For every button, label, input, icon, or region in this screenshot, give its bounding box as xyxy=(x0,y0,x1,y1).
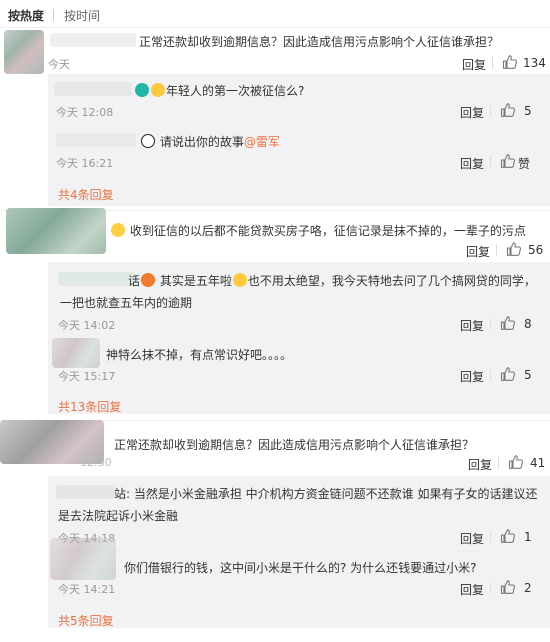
sort-divider xyxy=(53,9,54,21)
action-divider xyxy=(490,369,491,381)
username[interactable] xyxy=(58,272,136,286)
action-divider xyxy=(490,582,491,594)
like-count: 134 xyxy=(523,56,546,70)
like-count: 5 xyxy=(524,368,532,382)
comment-text: 正常还款却收到逾期信息？因此造成信用污点影响个人征信谁承担？ xyxy=(139,35,500,49)
divider xyxy=(56,176,544,177)
reply-button[interactable]: 回复 xyxy=(460,368,484,385)
reply-button[interactable]: 回复 xyxy=(460,530,484,547)
grin-emoji-icon xyxy=(111,223,125,237)
reply-button[interactable]: 回复 xyxy=(462,56,486,73)
reply-text: 年轻人的第一次被征信么? xyxy=(134,82,304,99)
action-divider xyxy=(490,105,491,117)
reply-button[interactable]: 回复 xyxy=(460,104,484,121)
like-icon[interactable] xyxy=(502,54,518,70)
username[interactable] xyxy=(54,82,132,96)
divider xyxy=(56,602,544,603)
reply-text-content: 也不用太绝望，我今天特地去问了几个搞网贷的同学， xyxy=(247,274,536,288)
reply-text-content: 其实是五年啦 xyxy=(159,274,232,288)
reply-time: 今天 16:21 xyxy=(56,157,114,170)
reply-button[interactable]: 回复 xyxy=(460,581,484,598)
avatar[interactable] xyxy=(50,538,116,580)
reply-button[interactable]: 回复 xyxy=(460,155,484,172)
laugh-emoji-icon xyxy=(151,83,165,97)
sort-by-time-tab[interactable]: 按时间 xyxy=(64,7,100,24)
reply-button[interactable]: 回复 xyxy=(468,456,492,473)
like-icon[interactable] xyxy=(508,454,524,470)
username-tail: 站: xyxy=(114,487,134,501)
like-icon[interactable] xyxy=(500,102,516,118)
username[interactable] xyxy=(50,33,136,47)
eye-emoji-icon xyxy=(135,83,149,97)
reply-button[interactable]: 回复 xyxy=(460,317,484,334)
like-icon[interactable] xyxy=(500,153,516,169)
reply-text: 站: 当然是小米金融承担 中介机构方资金链问题不还款谁 如果有子女的话建议还 xyxy=(114,485,538,502)
reply-text-content: 请说出你的故事 xyxy=(159,135,244,149)
sort-bar: 按热度 按时间 xyxy=(0,0,550,28)
divider xyxy=(56,338,544,339)
divider xyxy=(56,124,544,125)
reply-text: 请说出你的故事@雷军 xyxy=(140,133,280,150)
reply-text-line: 是去法院起诉小米金融 xyxy=(58,509,179,523)
divider xyxy=(56,389,544,390)
comment-text: 收到征信的以后都不能贷款买房子咯，征信记录是抹不掉的，一辈子的污点 xyxy=(110,222,526,239)
like-count: 56 xyxy=(528,243,544,257)
like-count: 2 xyxy=(524,581,532,595)
reply-time: 今天 14:21 xyxy=(58,583,116,596)
like-icon[interactable] xyxy=(500,315,516,331)
action-divider xyxy=(498,457,499,469)
comment-text: 正常还款却收到逾期信息？因此造成信用污点影响个人征信谁承担？ xyxy=(114,438,475,452)
more-replies-link[interactable]: 共4条回复 xyxy=(58,186,114,203)
avatar[interactable] xyxy=(52,338,100,368)
reply-text-content: 当然是小米金融承担 中介机构方资金链问题不还款谁 如果有子女的话建议还 xyxy=(133,487,538,501)
more-replies-link[interactable]: 共13条回复 xyxy=(58,398,121,415)
sort-by-hot-tab[interactable]: 按热度 xyxy=(8,7,44,24)
comment-time: 今天 xyxy=(48,58,70,71)
reply-text: 你们借银行的钱，这中间小米是干什么的? 为什么还钱要通过小米? xyxy=(124,561,477,575)
username-tail: 话 xyxy=(128,274,141,288)
comment-time: 12:30 xyxy=(80,456,112,469)
panda-emoji-icon xyxy=(141,134,155,148)
fire-emoji-icon xyxy=(141,273,156,287)
action-divider xyxy=(496,244,497,256)
username[interactable] xyxy=(56,133,136,147)
like-count: 41 xyxy=(530,456,546,470)
like-count: 赞 xyxy=(518,157,531,171)
action-divider xyxy=(490,531,491,543)
reply-time: 今天 12:08 xyxy=(56,106,114,119)
like-count: 5 xyxy=(524,104,532,118)
action-divider xyxy=(490,156,491,168)
avatar[interactable] xyxy=(4,30,44,74)
username[interactable] xyxy=(56,485,114,499)
like-icon[interactable] xyxy=(506,241,522,257)
comment-text-content: 收到征信的以后都不能贷款买房子咯，征信记录是抹不掉的，一辈子的污点 xyxy=(129,224,526,238)
avatar[interactable] xyxy=(6,208,106,254)
reply-button[interactable]: 回复 xyxy=(466,243,490,260)
mention-link[interactable]: @雷军 xyxy=(244,135,280,149)
reply-text-content: 年轻人的第一次被征信么? xyxy=(166,84,305,98)
action-divider xyxy=(492,57,493,69)
reply-time: 今天 14:02 xyxy=(58,319,116,332)
reply-text: 话 其实是五年啦 也不用太绝望，我今天特地去问了几个搞网贷的同学， xyxy=(128,272,536,289)
like-count: 1 xyxy=(524,530,532,544)
reply-time: 今天 15:17 xyxy=(58,370,116,383)
like-icon[interactable] xyxy=(500,366,516,382)
more-replies-link[interactable]: 共5条回复 xyxy=(58,612,114,629)
like-count: 8 xyxy=(524,317,532,331)
reply-text-line: 一把也就查五年内的逾期 xyxy=(60,296,193,310)
like-icon[interactable] xyxy=(500,528,516,544)
divider xyxy=(56,551,544,552)
like-icon[interactable] xyxy=(500,579,516,595)
laugh-emoji-icon xyxy=(232,273,247,287)
action-divider xyxy=(490,318,491,330)
reply-text: 神特么抹不掉，有点常识好吧。。。。 xyxy=(106,348,293,362)
